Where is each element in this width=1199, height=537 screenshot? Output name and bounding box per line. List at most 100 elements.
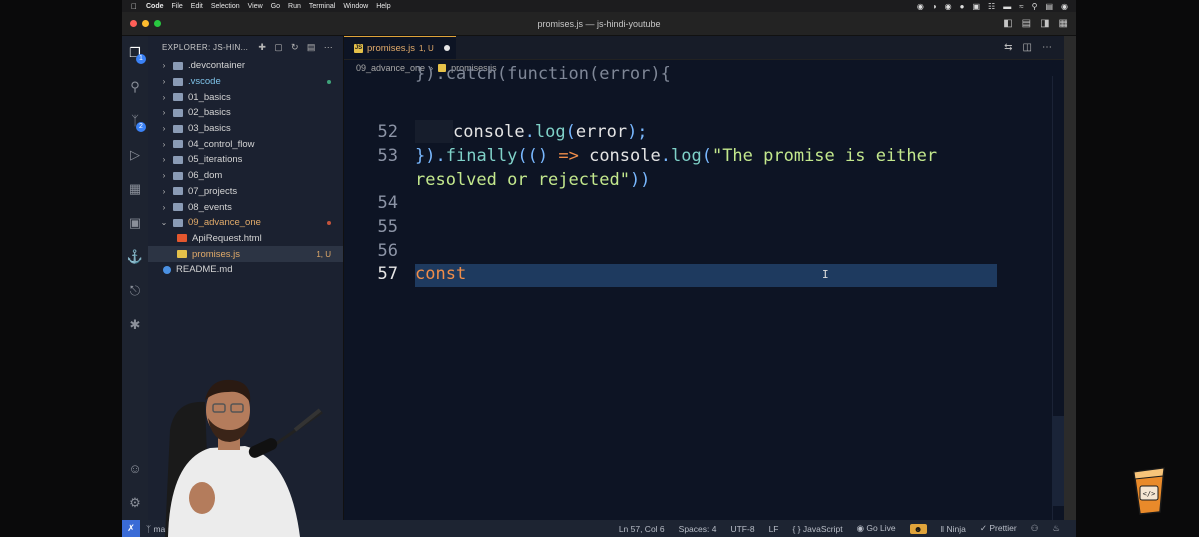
token-identifier: console xyxy=(453,122,525,142)
chevron-right-icon[interactable]: › xyxy=(158,61,170,70)
indent-guide xyxy=(415,120,453,143)
remote-explorer-icon[interactable]: ▣ xyxy=(126,214,144,232)
tree-item[interactable]: › 06_dom xyxy=(148,168,343,184)
ninja-button[interactable]: ‖ Ninja xyxy=(941,524,966,534)
vertical-scrollbar[interactable] xyxy=(1052,76,1064,520)
tab-promises-js[interactable]: JS promises.js 1, U xyxy=(344,36,456,59)
notifications-bell-icon[interactable]: ♨ xyxy=(1052,523,1060,534)
tree-item[interactable]: › 08_events xyxy=(148,199,343,215)
code-line-53-wrap: resolved or rejected")) xyxy=(415,170,650,190)
tree-item[interactable]: ApiRequest.html xyxy=(148,231,343,247)
more-actions-icon[interactable]: ⋯ xyxy=(324,42,333,53)
tree-item[interactable]: › 07_projects xyxy=(148,184,343,200)
control-center-icon[interactable]: ▤ xyxy=(1045,2,1053,11)
code-line-57: const xyxy=(415,264,466,284)
chevron-right-icon[interactable]: › xyxy=(158,124,170,133)
menu-view[interactable]: View xyxy=(248,3,263,10)
siri-icon[interactable]: ◉ xyxy=(1061,2,1068,11)
menu-extras: ◉ ◑ ◉ ● ▣ ☷ ▬ ≈ ⚲ ▤ ◉ xyxy=(917,2,1068,11)
menu-file[interactable]: File xyxy=(172,3,183,10)
account-icon[interactable]: ☺ xyxy=(126,460,144,478)
compare-changes-icon[interactable]: ⇆ xyxy=(1004,42,1012,53)
code-area[interactable]: }).catch(function(error){ 52 53 54 55 56… xyxy=(344,64,1064,520)
screen-record-icon[interactable]: ▣ xyxy=(972,2,980,11)
tree-item[interactable]: ⌄ 09_advance_one xyxy=(148,215,343,231)
menu-help[interactable]: Help xyxy=(376,3,390,10)
tree-item[interactable]: › 02_basics xyxy=(148,105,343,121)
cursor-position[interactable]: Ln 57, Col 6 xyxy=(619,524,665,534)
settings-gear-icon[interactable]: ⚙ xyxy=(126,494,144,512)
chevron-right-icon[interactable]: › xyxy=(158,140,170,149)
menu-run[interactable]: Run xyxy=(288,3,301,10)
explorer-icon[interactable]: ❐ 1 xyxy=(126,44,146,64)
wifi-icon[interactable]: ≈ xyxy=(1019,2,1023,11)
search-icon[interactable]: ⚲ xyxy=(1032,2,1038,11)
new-folder-icon[interactable]: ▢ xyxy=(274,42,283,53)
scrollbar-thumb[interactable] xyxy=(1052,416,1064,506)
chevron-right-icon[interactable]: › xyxy=(158,187,170,196)
tree-item[interactable]: › 04_control_flow xyxy=(148,136,343,152)
new-file-icon[interactable]: ✚ xyxy=(258,42,266,53)
chevron-right-icon[interactable]: › xyxy=(158,93,170,102)
folder-icon xyxy=(173,61,183,70)
chevron-right-icon[interactable]: › xyxy=(158,77,170,86)
toggle-panel-icon[interactable]: ▤ xyxy=(1022,18,1031,29)
feedback-icon[interactable]: ⚇ xyxy=(1031,523,1039,534)
window-edge xyxy=(1064,36,1076,520)
language-label: JavaScript xyxy=(802,523,843,534)
status-icon[interactable]: ◉ xyxy=(945,2,952,11)
source-control-icon[interactable]: ᛉ 2 xyxy=(126,112,146,132)
prettier-button[interactable]: ✓ Prettier xyxy=(980,523,1017,534)
docker-icon[interactable]: ⚓ xyxy=(126,248,144,266)
status-items: Ln 57, Col 6 Spaces: 4 UTF-8 LF { } Java… xyxy=(619,523,1060,534)
extensions-icon[interactable]: ▦ xyxy=(126,180,144,198)
toggle-sidebar-icon[interactable]: ◧ xyxy=(1003,18,1012,29)
toggle-secondary-sidebar-icon[interactable]: ◨ xyxy=(1040,18,1049,29)
menu-code[interactable]: Code xyxy=(146,3,164,10)
tree-item[interactable]: › .devcontainer xyxy=(148,58,343,74)
copilot-icon[interactable]: ☻ xyxy=(909,523,927,534)
menu-edit[interactable]: Edit xyxy=(191,3,203,10)
tree-item[interactable]: › 01_basics xyxy=(148,89,343,105)
chevron-right-icon[interactable]: › xyxy=(158,171,170,180)
token-punct: ) xyxy=(537,146,549,166)
battery-icon[interactable]: ▬ xyxy=(1003,2,1011,11)
tree-item[interactable]: promises.js 1, U xyxy=(148,246,343,262)
menu-selection[interactable]: Selection xyxy=(211,3,240,10)
info-icon xyxy=(163,265,171,274)
run-debug-icon[interactable]: ▷ xyxy=(126,146,144,164)
chevron-right-icon[interactable]: › xyxy=(158,108,170,117)
more-actions-icon[interactable]: ⋯ xyxy=(1042,42,1052,53)
customize-layout-icon[interactable]: ▦ xyxy=(1059,18,1068,29)
code-line-52: console.log(error); xyxy=(453,122,648,142)
chevron-down-icon[interactable]: ⌄ xyxy=(158,218,170,227)
encoding[interactable]: UTF-8 xyxy=(730,524,754,534)
split-editor-icon[interactable]: ◫ xyxy=(1023,42,1032,53)
tree-item[interactable]: › 05_iterations xyxy=(148,152,343,168)
menu-terminal[interactable]: Terminal xyxy=(309,3,335,10)
language-mode[interactable]: { } JavaScript xyxy=(792,524,842,534)
menu-window[interactable]: Window xyxy=(343,3,368,10)
status-icon[interactable]: ◉ xyxy=(917,2,924,11)
menu-go[interactable]: Go xyxy=(271,3,280,10)
refresh-icon[interactable]: ↻ xyxy=(291,42,299,53)
accounts-github-icon[interactable]: ⎋ xyxy=(126,282,144,300)
tree-item[interactable]: › 03_basics xyxy=(148,121,343,137)
search-icon[interactable]: ⚲ xyxy=(126,78,144,96)
tree-item[interactable]: README.md xyxy=(148,262,343,278)
indentation[interactable]: Spaces: 4 xyxy=(679,524,717,534)
end-of-line[interactable]: LF xyxy=(769,524,779,534)
status-icon[interactable]: ◑ xyxy=(932,2,937,11)
ninja-label: Ninja xyxy=(946,523,966,534)
apple-icon[interactable]:  xyxy=(128,2,140,11)
live-share-icon[interactable]: ✱ xyxy=(126,316,144,334)
chevron-right-icon[interactable]: › xyxy=(158,155,170,164)
go-live-button[interactable]: ◉ Go Live xyxy=(857,523,896,534)
control-icon[interactable]: ☷ xyxy=(988,2,995,11)
chevron-right-icon[interactable]: › xyxy=(158,203,170,212)
unsaved-dot-icon[interactable] xyxy=(443,45,450,51)
tree-item[interactable]: › .vscode xyxy=(148,74,343,90)
remote-indicator-icon[interactable]: ✗ xyxy=(122,520,140,537)
collapse-all-icon[interactable]: ▤ xyxy=(307,42,316,53)
status-icon[interactable]: ● xyxy=(960,2,965,11)
